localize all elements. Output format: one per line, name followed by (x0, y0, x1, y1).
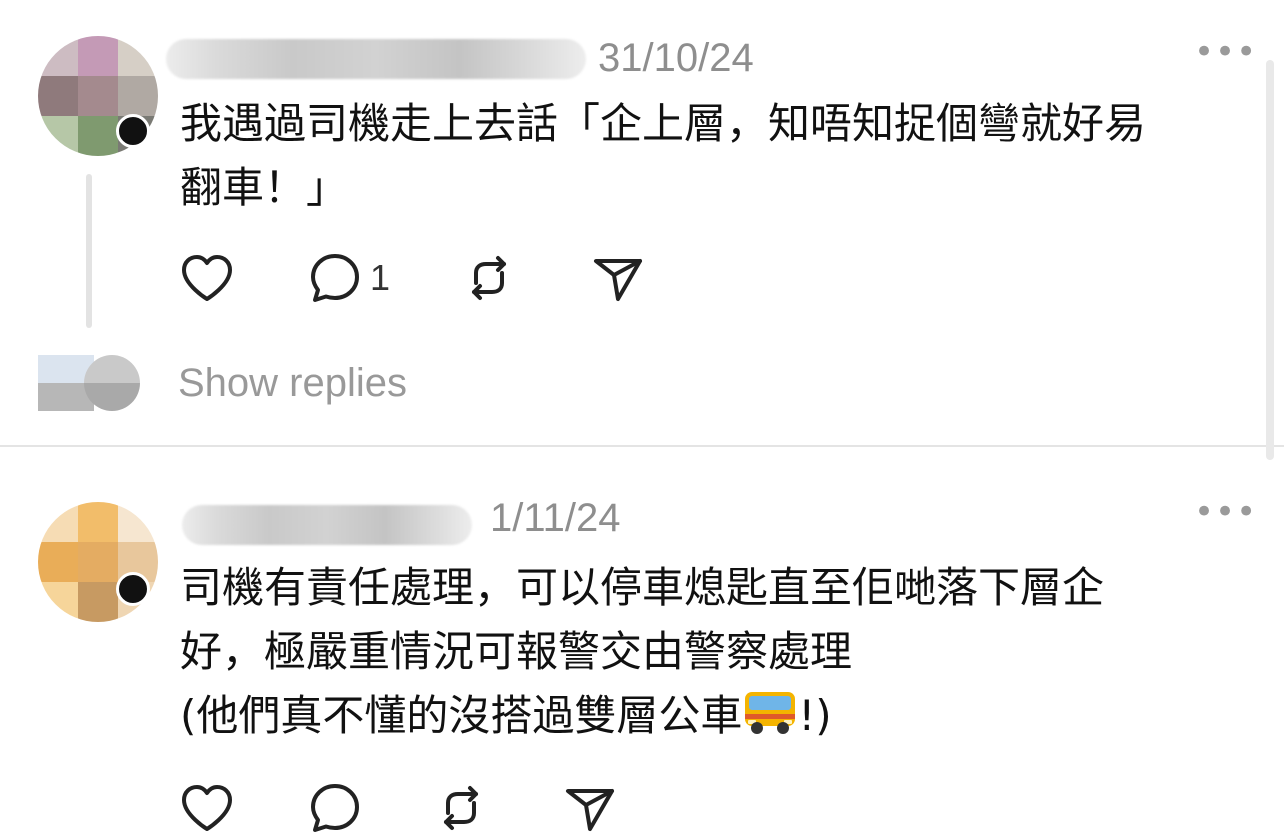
repost-button[interactable] (436, 782, 564, 834)
action-bar (180, 782, 634, 834)
show-replies-button[interactable]: Show replies (38, 355, 407, 411)
heart-icon (182, 785, 232, 831)
post-text-line: (他們真不懂的沒搭過雙層公車 !) (180, 684, 1240, 748)
post-divider (0, 445, 1284, 447)
share-button[interactable] (564, 782, 634, 834)
username-blurred[interactable] (182, 505, 472, 545)
repost-button[interactable] (464, 252, 592, 304)
send-icon (566, 789, 614, 831)
post-text: 司機有責任處理，可以停車熄匙直至佢哋落下層企 好，極嚴重情況可報警交由警察處理 … (180, 556, 1240, 748)
reply-avatars (38, 355, 144, 411)
share-button[interactable] (592, 252, 662, 304)
heart-icon (182, 255, 232, 301)
scrollbar[interactable] (1266, 60, 1274, 460)
more-options-icon[interactable]: ••• (1194, 32, 1257, 72)
repost-icon (444, 786, 478, 830)
post-text-line: 司機有責任處理，可以停車熄匙直至佢哋落下層企 (180, 563, 1105, 612)
follow-badge-icon[interactable] (116, 114, 150, 148)
thread-line (86, 174, 92, 328)
follow-badge-icon[interactable] (116, 572, 150, 606)
comment-icon (311, 254, 359, 302)
repost-icon (472, 256, 506, 300)
post-text-line: 翻車！」 (180, 163, 349, 212)
reply-button[interactable] (308, 782, 436, 834)
show-replies-label: Show replies (178, 360, 408, 405)
more-options-icon[interactable]: ••• (1194, 492, 1257, 532)
post-1: 31/10/24 ••• 我遇過司機走上去話「企上層，知唔知捉個彎就好易 翻車！… (0, 0, 1284, 446)
action-bar: 1 (180, 252, 662, 304)
bus-icon (745, 692, 796, 734)
like-button[interactable] (180, 782, 308, 834)
send-icon (594, 259, 642, 301)
comment-icon (311, 784, 359, 832)
reply-count: 1 (370, 257, 391, 298)
username-blurred[interactable] (166, 39, 586, 79)
like-button[interactable] (180, 252, 308, 304)
timestamp: 31/10/24 (598, 36, 754, 80)
reply-button[interactable]: 1 (308, 252, 464, 304)
post-text-segment: !) (798, 691, 832, 740)
post-text-line: 好，極嚴重情況可報警交由警察處理 (180, 627, 853, 676)
post-text: 我遇過司機走上去話「企上層，知唔知捉個彎就好易 翻車！」 (180, 92, 1240, 220)
post-text-segment: (他們真不懂的沒搭過雙層公車 (180, 691, 743, 740)
post-text-line: 我遇過司機走上去話「企上層，知唔知捉個彎就好易 (180, 99, 1147, 148)
timestamp: 1/11/24 (490, 496, 621, 540)
